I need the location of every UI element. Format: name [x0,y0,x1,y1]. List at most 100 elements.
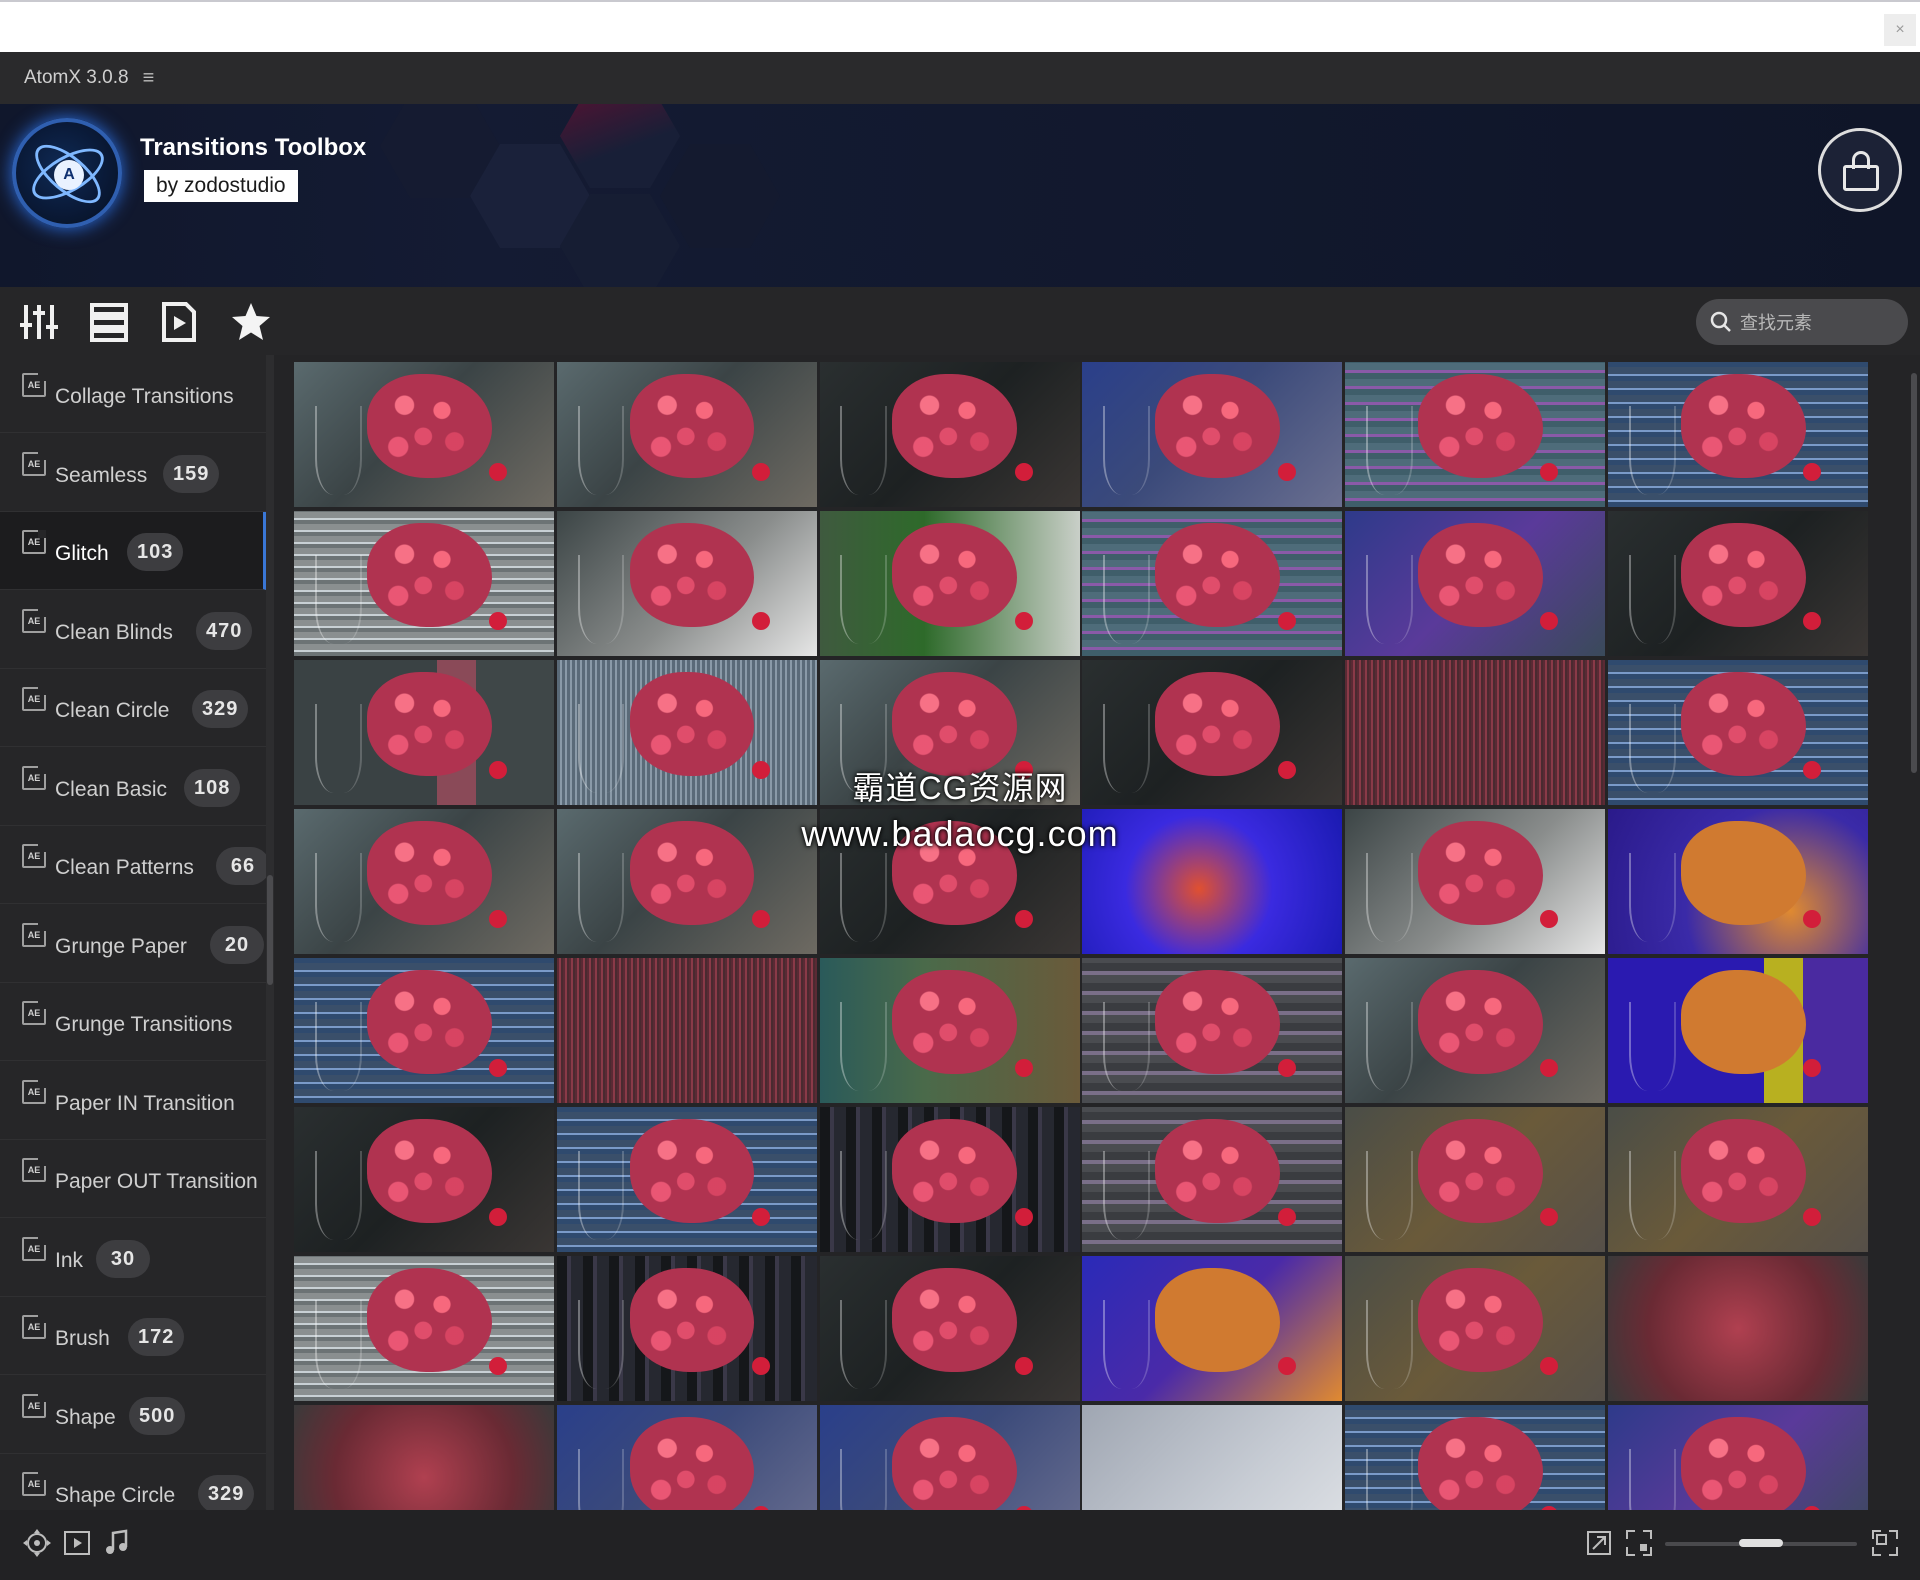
grapes-image [1417,1267,1543,1372]
expand-icon[interactable] [1584,1528,1614,1558]
transition-thumbnail[interactable] [294,1405,554,1510]
glass-image [1628,1001,1676,1092]
glass-image [577,703,625,794]
transition-thumbnail[interactable] [1345,1405,1606,1510]
grapes-image [366,969,492,1074]
sidebar-item[interactable]: AE Ink 30 [0,1219,266,1297]
transition-thumbnail[interactable] [1345,660,1606,805]
transition-thumbnail[interactable] [556,511,817,656]
music-note-icon[interactable] [102,1528,132,1558]
transition-thumbnail[interactable] [819,1256,1080,1401]
search-input[interactable]: 查找元素 [1696,299,1908,345]
transition-thumbnail[interactable] [1082,809,1343,954]
transition-thumbnail[interactable] [1345,958,1606,1103]
transition-thumbnail[interactable] [556,1107,817,1252]
favorites-star-icon[interactable] [230,301,272,343]
transition-thumbnail[interactable] [1345,809,1606,954]
transition-thumbnail[interactable] [556,362,817,507]
sidebar-item[interactable]: AE Clean Circle 329 [0,669,266,747]
transition-thumbnail[interactable] [1345,1107,1606,1252]
transition-thumbnail[interactable] [1607,1107,1868,1252]
zoom-slider-handle[interactable] [1739,1539,1783,1547]
move-arrows-icon[interactable] [22,1528,52,1558]
sidebar-item[interactable]: AE Grunge Transitions [0,983,266,1061]
close-icon[interactable]: × [1884,14,1916,46]
transition-thumbnail[interactable] [1082,511,1343,656]
sidebar-item[interactable]: AE Shape Circle 329 [0,1454,266,1510]
preview-play-icon[interactable] [62,1528,92,1558]
glass-image [577,1448,625,1510]
cherry-image [1540,611,1559,630]
transition-thumbnail[interactable] [294,809,554,954]
sidebar-item[interactable]: AE Paper OUT Transition [0,1140,266,1218]
video-file-icon[interactable] [158,301,200,343]
grapes-image [1680,671,1806,776]
transition-thumbnail[interactable] [1082,1256,1343,1401]
transition-thumbnail[interactable] [556,1256,817,1401]
sidebar-item[interactable]: AE Collage Transitions [0,355,266,433]
transition-thumbnail[interactable] [1345,1256,1606,1401]
transition-thumbnail[interactable] [1607,1405,1868,1510]
transition-thumbnail[interactable] [294,1256,554,1401]
sidebar-item[interactable]: AE Seamless 159 [0,434,266,512]
transition-thumbnail[interactable] [1607,660,1868,805]
fit-frame-icon[interactable] [1624,1528,1654,1558]
transition-thumbnail[interactable] [294,660,554,805]
transition-thumbnail[interactable] [819,362,1080,507]
transition-thumbnail[interactable] [819,511,1080,656]
sidebar-item[interactable]: AE Shape 500 [0,1376,266,1454]
transition-thumbnail[interactable] [819,1107,1080,1252]
transition-thumbnail[interactable] [819,1405,1080,1510]
transition-thumbnail[interactable] [1607,958,1868,1103]
transition-thumbnail[interactable] [1082,958,1343,1103]
transition-thumbnail[interactable] [294,362,554,507]
sidebar-item[interactable]: AE Clean Blinds 470 [0,591,266,669]
transition-thumbnail[interactable] [1082,1405,1343,1510]
sidebar-scroll-thumb[interactable] [267,875,273,985]
grapes-image [629,820,755,925]
sidebar-item[interactable]: AE Glitch 103 [0,512,266,590]
transition-thumbnail[interactable] [556,660,817,805]
sidebar-item-label: Shape [55,1405,116,1429]
search-icon [1710,311,1731,332]
glass-image [840,554,888,645]
sliders-icon[interactable] [18,301,60,343]
transition-thumbnail[interactable] [819,660,1080,805]
grid-scroll-thumb[interactable] [1911,373,1917,773]
transition-thumbnail[interactable] [556,958,817,1103]
sidebar-item[interactable]: AE Clean Basic 108 [0,748,266,826]
transition-thumbnail[interactable] [556,809,817,954]
transition-thumbnail[interactable] [556,1405,817,1510]
transition-thumbnail[interactable] [1607,511,1868,656]
transition-thumbnail[interactable] [819,809,1080,954]
hamburger-menu-icon[interactable]: ≡ [143,67,155,90]
sidebar-item[interactable]: AE Grunge Paper 20 [0,905,266,983]
sidebar-item[interactable]: AE Brush 172 [0,1297,266,1375]
sidebar-scrollbar[interactable] [266,355,274,1510]
transition-thumbnail[interactable] [294,958,554,1103]
transition-thumbnail[interactable] [1607,809,1868,954]
grapes-image [892,671,1018,776]
transition-thumbnail[interactable] [1607,362,1868,507]
sidebar-item-count: 108 [184,768,241,807]
after-effects-icon: AE [22,1315,46,1339]
zoom-slider[interactable] [1665,1539,1857,1547]
sidebar-item[interactable]: AE Clean Patterns 66 [0,826,266,904]
sidebar-item[interactable]: AE Paper IN Transition [0,1062,266,1140]
cherry-image [489,462,508,481]
transition-thumbnail[interactable] [1345,511,1606,656]
transition-thumbnail[interactable] [1607,1256,1868,1401]
shopping-bag-icon[interactable] [1818,128,1902,212]
transition-thumbnail[interactable] [294,511,554,656]
transition-thumbnail[interactable] [1082,660,1343,805]
transition-thumbnail[interactable] [1082,362,1343,507]
list-view-icon[interactable] [88,301,130,343]
transition-thumbnail[interactable] [1082,1107,1343,1252]
grid-scrollbar[interactable] [1908,355,1920,1510]
transition-thumbnail[interactable] [294,1107,554,1252]
transition-thumbnail[interactable] [1345,362,1606,507]
fullscreen-icon[interactable] [1870,1528,1900,1558]
sidebar-item-label: Shape Circle [55,1484,176,1507]
transition-thumbnail[interactable] [819,958,1080,1103]
after-effects-icon: AE [22,1158,46,1182]
